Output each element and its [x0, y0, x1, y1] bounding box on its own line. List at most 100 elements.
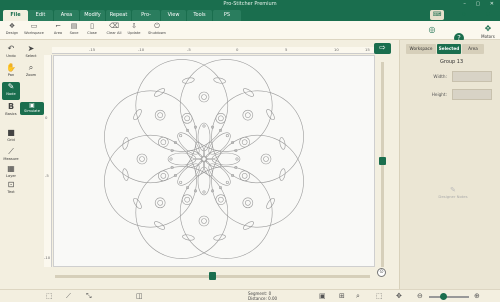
menu-tab-area[interactable]: Area: [54, 10, 79, 21]
workspace-icon: ▭: [30, 22, 38, 30]
undo-tool[interactable]: ↶ Undo: [2, 44, 20, 62]
send-to-quilt-button[interactable]: ⇨: [374, 43, 391, 54]
measure-tool[interactable]: ⟋ Measure: [2, 147, 20, 165]
undo-icon: ↶: [7, 44, 15, 53]
history-icon[interactable]: ◫: [136, 291, 143, 301]
ruler-top: -15 -10 -5 0 5 10 15: [52, 47, 375, 54]
keyboard-icon: ⌨: [432, 11, 442, 18]
ruler-tick: 0: [236, 47, 239, 52]
design-icon: ❖: [8, 22, 16, 30]
tab-area[interactable]: Area: [462, 44, 484, 54]
ruler-tick: 5: [285, 47, 288, 52]
zoom-tool[interactable]: ⌕ Zoom: [22, 63, 40, 81]
power-icon: ⏻: [485, 11, 491, 18]
select-tool[interactable]: ➤ Select: [22, 44, 40, 62]
zoom-icon: ⌕: [28, 63, 34, 72]
image-icon[interactable]: ▣: [319, 291, 326, 301]
status-readout: Segment: 0 Distance: 0.00: [248, 291, 277, 301]
status-bar: ⬚ ⟋ ⤡ ◫ Segment: 0 Distance: 0.00 ▣ ⊞ ⌕ …: [0, 289, 500, 302]
distance-value: 0.00: [268, 296, 278, 301]
ruler-tick: 10: [334, 47, 339, 52]
select-all-icon[interactable]: ⬚: [46, 291, 53, 301]
grid-icon: ■: [7, 128, 15, 137]
simulate-button[interactable]: ▣ Simulate: [20, 102, 44, 115]
text-tool[interactable]: ⊡ Text: [2, 180, 20, 198]
menu-tab-repeat[interactable]: Repeat: [106, 10, 131, 21]
shutdown-button[interactable]: ⏻ Shutdown: [145, 22, 169, 39]
menu-tab-tools[interactable]: Tools: [187, 10, 212, 21]
ruler-tick: 0: [45, 115, 48, 120]
zoom-slider[interactable]: [429, 296, 469, 298]
ruler-tick: -10: [138, 47, 145, 52]
node-edit-icon[interactable]: ⤡: [86, 291, 92, 301]
design-canvas[interactable]: [53, 55, 375, 267]
node-icon: ✎: [7, 82, 15, 91]
menu-tab-file[interactable]: File: [3, 10, 28, 21]
close-file-icon: ▯: [90, 22, 94, 30]
menu-tab-view[interactable]: View: [161, 10, 186, 21]
width-label: Width:: [433, 74, 447, 79]
width-field[interactable]: [452, 71, 492, 82]
zoom-area-icon[interactable]: ⬚: [376, 291, 383, 301]
fit-view-button[interactable]: ⊙: [377, 268, 386, 277]
gear-icon: ⚙: [461, 11, 467, 18]
height-label: Height:: [431, 92, 447, 97]
node-tool[interactable]: ✎ Node: [2, 82, 20, 100]
properties-panel: Workspace Selected Area Group 13 Width: …: [399, 40, 500, 290]
zoom-slider-handle[interactable]: [440, 293, 447, 300]
wand-icon[interactable]: ⟋: [66, 291, 71, 301]
ruler-tick: -5: [187, 47, 191, 52]
keyboard-button[interactable]: ⌨: [430, 10, 444, 20]
distance-label: Distance:: [248, 296, 267, 301]
layer-icon: ▦: [7, 164, 15, 173]
select-icon: ➤: [27, 44, 35, 53]
quilt-pattern: [104, 59, 304, 259]
fit-view-icon: ⊙: [379, 269, 384, 275]
ruler-left: 0 -5 -10: [44, 55, 52, 267]
shutdown-icon: ⏻: [154, 22, 160, 30]
tab-selected[interactable]: Selected: [437, 44, 461, 54]
close-file-button[interactable]: ▯ Close: [81, 22, 103, 39]
menu-tab-modify[interactable]: Modify: [80, 10, 105, 21]
zoom-search-icon[interactable]: ⌕: [356, 291, 360, 301]
clear-all-button[interactable]: ⌫ Clear All: [103, 22, 125, 39]
motors-button[interactable]: ✥ Motors: [480, 24, 496, 39]
menu-tab-pro-stitcher[interactable]: Pro-Stitcher: [132, 10, 160, 29]
vertical-scroll-handle[interactable]: [379, 157, 386, 165]
wifi-icon: ◎: [428, 25, 436, 34]
horizontal-scroll-handle[interactable]: [209, 272, 216, 280]
update-icon: ⇩: [131, 22, 137, 30]
clear-all-icon: ⌫: [109, 22, 119, 30]
motors-icon: ✥: [484, 24, 492, 33]
zoom-in-icon[interactable]: ⊕: [474, 291, 480, 301]
power-button[interactable]: ⏻: [482, 10, 494, 20]
grid-tool[interactable]: ■ Grid: [2, 128, 20, 146]
tab-workspace[interactable]: Workspace: [406, 44, 436, 54]
update-button[interactable]: ⇩ Update: [123, 22, 145, 39]
height-field[interactable]: [452, 89, 492, 100]
basics-icon: B: [7, 102, 15, 111]
left-toolbar: ↶ Undo ➤ Select ✋ Pan ⌕ Zoom ✎ Node B Basics ▣…: [0, 40, 44, 290]
pan-icon: ✋: [6, 63, 16, 72]
basics-tool[interactable]: B Basics: [2, 102, 20, 120]
menu-tab-edit[interactable]: Edit: [28, 10, 53, 21]
text-icon: ⊡: [7, 180, 15, 189]
arrow-right-icon: ⇨: [379, 43, 386, 52]
zoom-out-icon[interactable]: ⊖: [417, 291, 423, 301]
pan-tool[interactable]: ✋ Pan: [2, 63, 20, 81]
measure-icon: ⟋: [8, 147, 14, 156]
settings-button[interactable]: ⚙: [458, 10, 470, 20]
design-button[interactable]: ❖ Design: [1, 22, 23, 39]
window-title: Pro-Stitcher Premium: [223, 1, 277, 7]
top-right-icons: ⌨ ⚙ ⏻ ◎ ? ✥ Motors: [410, 0, 500, 43]
ruler-tick: -10: [44, 255, 51, 260]
ruler-tick: -15: [89, 47, 96, 52]
simulate-icon: ▣: [29, 102, 35, 109]
designer-notes-button[interactable]: ✎ Designer Notes: [435, 186, 471, 199]
fit-screen-icon[interactable]: ⊞: [339, 291, 345, 301]
pan-mode-icon[interactable]: ✥: [396, 291, 402, 301]
menu-tab-ps-patterns[interactable]: PS Patterns: [213, 10, 241, 29]
ruler-tick: 15: [365, 47, 370, 52]
wifi-button[interactable]: ◎: [426, 25, 438, 35]
workspace-button[interactable]: ▭ Workspace: [23, 22, 45, 39]
